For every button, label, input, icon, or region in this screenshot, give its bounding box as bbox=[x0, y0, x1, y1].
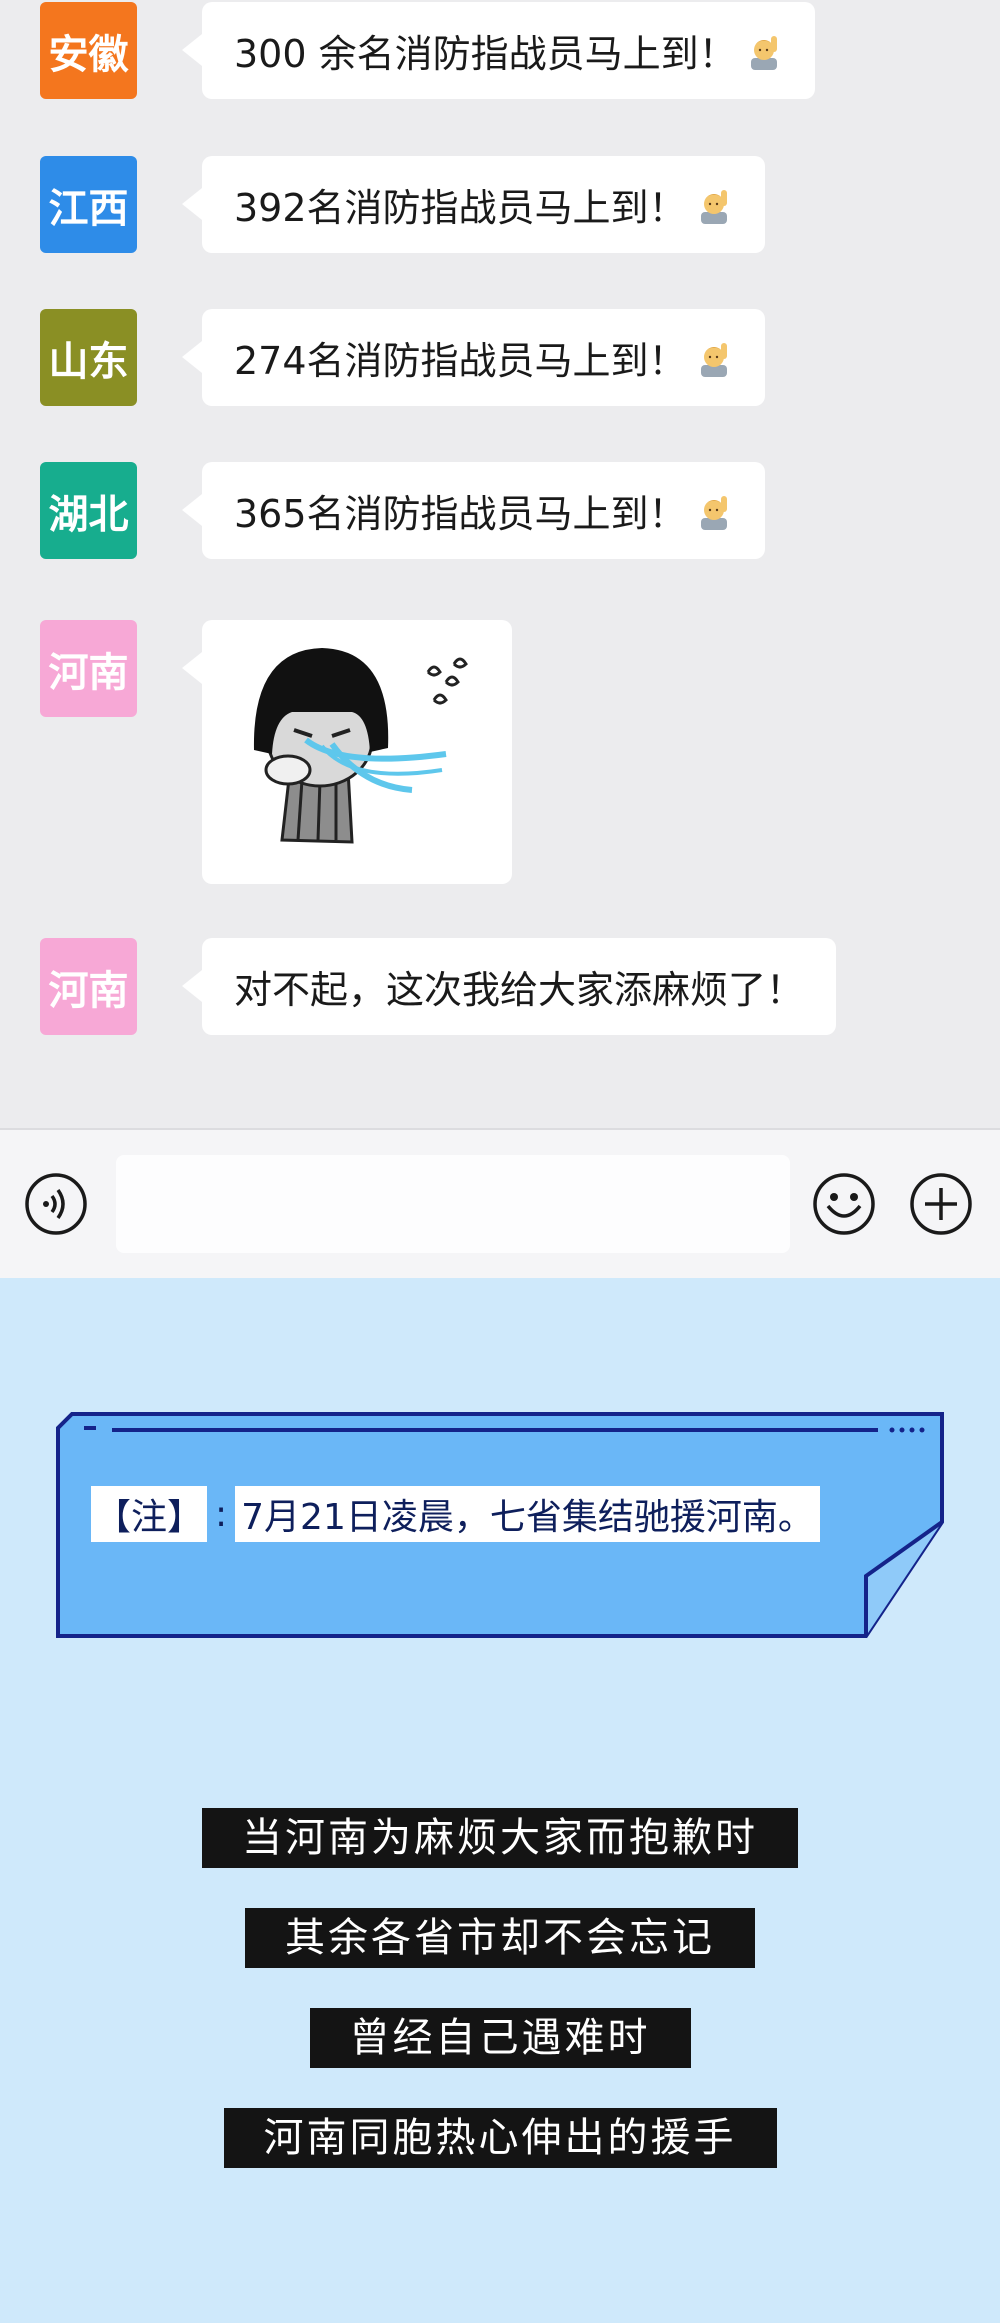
note-colon: : bbox=[215, 1493, 228, 1535]
avatar-label: 江西 bbox=[48, 185, 129, 232]
saluting-person-icon bbox=[747, 32, 783, 70]
avatar-label: 河南 bbox=[48, 967, 129, 1014]
message-text: 274名消防指战员马上到！ bbox=[234, 339, 687, 383]
message-bubble[interactable]: 274名消防指战员马上到！ bbox=[182, 309, 765, 406]
message-bubble[interactable]: 300 余名消防指战员马上到！ bbox=[182, 2, 815, 99]
avatar[interactable]: 安徽 bbox=[40, 2, 137, 99]
message-bubble[interactable]: 对不起，这次我给大家添麻烦了！ bbox=[181, 938, 837, 1035]
avatar[interactable]: 江西 bbox=[40, 156, 137, 253]
avatar[interactable]: 河南 bbox=[40, 938, 137, 1035]
avatar-label: 安徽 bbox=[48, 31, 129, 78]
avatar-label: 山东 bbox=[48, 338, 129, 385]
message-bubble[interactable]: 365名消防指战员马上到！ bbox=[182, 462, 765, 559]
avatar-label: 河南 bbox=[48, 649, 129, 696]
avatar[interactable]: 山东 bbox=[40, 309, 137, 406]
caption-text: 河南同胞热心伸出的援手 bbox=[223, 2108, 777, 2168]
note-card: 【注】 : 7月21日凌晨，七省集结驰援河南。 bbox=[56, 1412, 946, 1638]
saluting-person-icon bbox=[697, 339, 733, 377]
smiley-icon[interactable] bbox=[812, 1172, 876, 1236]
chat-area: 安徽 300 余名消防指战员马上到！ 江西 392名消防指战员马上到！ 山东 2… bbox=[0, 0, 1000, 1128]
note-label: 【注】 bbox=[91, 1486, 208, 1542]
caption-text: 曾经自己遇难时 bbox=[309, 2008, 691, 2068]
caption-line: 河南同胞热心伸出的援手 bbox=[0, 2108, 1000, 2168]
caption-line: 其余各省市却不会忘记 bbox=[0, 1908, 1000, 1968]
saluting-person-icon bbox=[697, 186, 733, 224]
message-text: 300 余名消防指战员马上到！ bbox=[234, 32, 737, 76]
avatar[interactable]: 湖北 bbox=[40, 462, 137, 559]
message-text: 对不起，这次我给大家添麻烦了！ bbox=[234, 968, 805, 1012]
caption-line: 当河南为麻烦大家而抱歉时 bbox=[0, 1808, 1000, 1868]
caption-line: 曾经自己遇难时 bbox=[0, 2008, 1000, 2068]
message-text: 392名消防指战员马上到！ bbox=[234, 186, 687, 230]
message-text: 365名消防指战员马上到！ bbox=[234, 492, 687, 536]
caption-text: 当河南为麻烦大家而抱歉时 bbox=[202, 1808, 798, 1868]
plus-icon[interactable] bbox=[909, 1172, 973, 1236]
message-input[interactable] bbox=[116, 1155, 790, 1253]
avatar[interactable]: 河南 bbox=[40, 620, 137, 717]
saluting-person-icon bbox=[697, 492, 733, 530]
chat-input-bar bbox=[0, 1128, 1000, 1278]
caption-text: 其余各省市却不会忘记 bbox=[245, 1908, 755, 1968]
voice-icon[interactable] bbox=[24, 1172, 88, 1236]
note-text: 【注】 : 7月21日凌晨，七省集结驰援河南。 bbox=[91, 1486, 820, 1542]
avatar-label: 湖北 bbox=[48, 491, 129, 538]
message-bubble[interactable]: 392名消防指战员马上到！ bbox=[182, 156, 765, 253]
sticker-bubble[interactable] bbox=[182, 620, 512, 884]
note-body: 7月21日凌晨，七省集结驰援河南。 bbox=[235, 1486, 820, 1542]
crying-sticker bbox=[253, 648, 468, 844]
